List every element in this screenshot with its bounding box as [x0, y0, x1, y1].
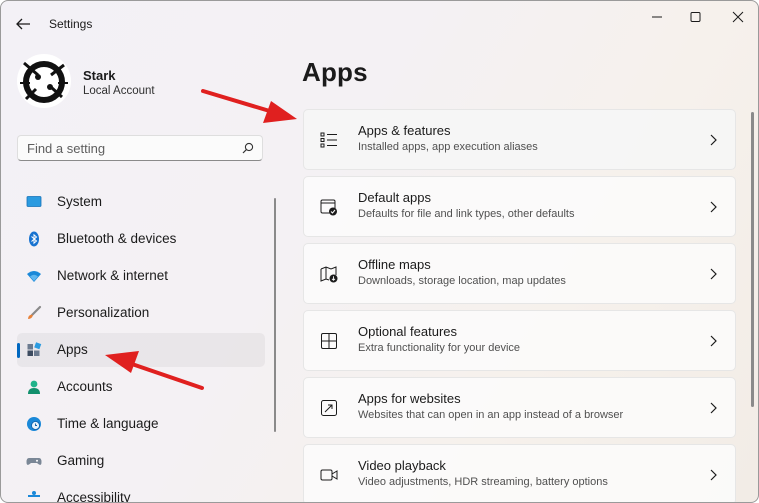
minimize-icon[interactable]	[642, 9, 672, 25]
offline-maps-card[interactable]: Offline maps Downloads, storage location…	[303, 243, 736, 304]
back-arrow-icon[interactable]	[11, 13, 35, 35]
chevron-right-icon	[710, 335, 717, 347]
add-grid-icon	[321, 333, 337, 349]
wifi-icon	[27, 271, 41, 282]
title-bar: Settings	[1, 1, 758, 45]
card-title: Offline maps	[358, 257, 431, 272]
card-title: Default apps	[358, 190, 431, 205]
page-title: Apps	[302, 57, 368, 87]
map-download-icon	[320, 266, 338, 283]
video-icon	[320, 469, 338, 481]
globe-clock-icon	[27, 417, 41, 431]
sidebar-item-apps[interactable]: Apps	[17, 333, 265, 367]
sidebar-item-label: Accounts	[57, 379, 113, 394]
chevron-right-icon	[710, 134, 717, 146]
close-icon[interactable]	[723, 9, 753, 25]
default-apps-card[interactable]: Default apps Defaults for file and link …	[303, 176, 736, 237]
optional-features-card[interactable]: Optional features Extra functionality fo…	[303, 310, 736, 371]
gamepad-icon	[26, 458, 42, 465]
search-box[interactable]	[17, 135, 263, 161]
sidebar-item-accessibility[interactable]: Accessibility	[17, 481, 265, 503]
card-subtitle: Extra functionality for your device	[358, 342, 521, 354]
monitor-icon	[26, 196, 42, 207]
apps-for-websites-card[interactable]: Apps for websites Websites that can open…	[303, 377, 736, 438]
sidebar-item-time-language[interactable]: Time & language	[17, 407, 265, 441]
card-title: Video playback	[358, 458, 446, 473]
search-icon[interactable]	[242, 142, 254, 154]
sidebar-item-bluetooth[interactable]: Bluetooth & devices	[17, 222, 265, 256]
sidebar-item-label: System	[57, 194, 103, 209]
card-subtitle: Installed apps, app execution aliases	[358, 141, 538, 153]
sidebar-item-network[interactable]: Network & internet	[17, 259, 265, 293]
search-input[interactable]	[27, 140, 227, 156]
sidebar-item-label: Apps	[57, 342, 88, 357]
card-subtitle: Defaults for file and link types, other …	[358, 208, 575, 220]
accessibility-icon	[28, 491, 40, 497]
sidebar-item-accounts[interactable]: Accounts	[17, 370, 265, 404]
avatar[interactable]	[16, 53, 72, 109]
apps-icon	[27, 342, 42, 356]
card-subtitle: Video adjustments, HDR streaming, batter…	[358, 476, 608, 488]
arrow-to-apps-features-icon	[201, 89, 297, 123]
maximize-icon[interactable]	[681, 9, 711, 25]
sidebar-item-label: Gaming	[57, 453, 105, 468]
person-icon	[28, 380, 40, 394]
sidebar-item-system[interactable]: System	[17, 185, 265, 219]
bluetooth-icon	[29, 231, 39, 247]
account-type: Local Account	[83, 85, 155, 97]
window-title: Settings	[49, 17, 93, 31]
chevron-right-icon	[710, 268, 717, 280]
open-external-icon	[321, 400, 337, 416]
brush-icon	[28, 305, 42, 319]
sidebar-item-gaming[interactable]: Gaming	[17, 444, 265, 478]
list-icon	[320, 132, 337, 148]
sidebar-item-personalization[interactable]: Personalization	[17, 296, 265, 330]
sidebar-item-label: Accessibility	[57, 490, 131, 503]
card-title: Optional features	[358, 324, 458, 339]
card-subtitle: Websites that can open in an app instead…	[358, 409, 624, 421]
sidebar-scrollbar[interactable]	[274, 198, 276, 432]
sidebar-item-label: Bluetooth & devices	[57, 231, 177, 246]
account-name: Stark	[83, 68, 116, 83]
card-title: Apps & features	[358, 123, 451, 138]
chevron-right-icon	[710, 201, 717, 213]
chevron-right-icon	[710, 469, 717, 481]
card-subtitle: Downloads, storage location, map updates	[358, 275, 566, 287]
apps-features-card[interactable]: Apps & features Installed apps, app exec…	[303, 109, 736, 170]
chevron-right-icon	[710, 402, 717, 414]
sidebar-item-label: Time & language	[57, 416, 159, 431]
video-playback-card[interactable]: Video playback Video adjustments, HDR st…	[303, 444, 736, 502]
content-scrollbar[interactable]	[751, 112, 754, 407]
sidebar-item-label: Personalization	[57, 305, 150, 320]
active-indicator	[17, 343, 20, 358]
sidebar-item-label: Network & internet	[57, 268, 169, 283]
settings-window: Settings Stark Local Account Find a sett…	[0, 0, 759, 503]
default-apps-icon	[320, 199, 337, 216]
card-title: Apps for websites	[358, 391, 461, 406]
